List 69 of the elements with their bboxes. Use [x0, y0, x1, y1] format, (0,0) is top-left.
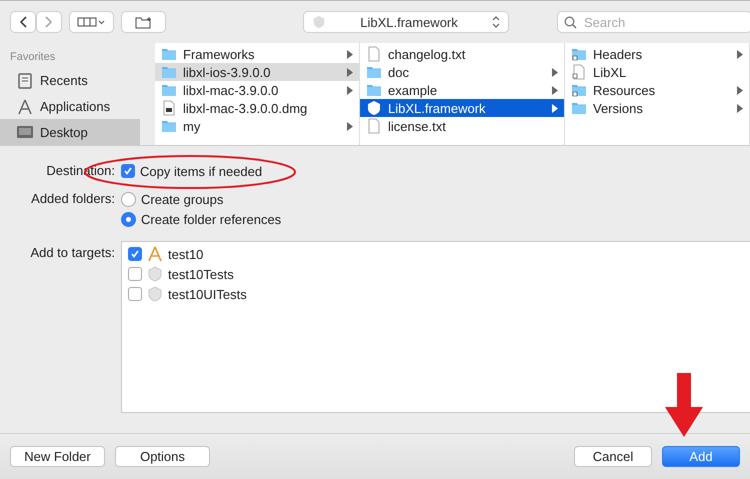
disk-image-icon: [161, 100, 177, 116]
sidebar-heading: Favorites: [9, 51, 56, 65]
up-down-icon: [492, 16, 500, 28]
view-options-button[interactable]: [69, 11, 114, 33]
dialog-button[interactable]: New Folder: [10, 446, 105, 467]
targets-label: Add to targets:: [29, 244, 115, 262]
folder-icon: [571, 100, 587, 116]
radio-label: Create groups: [141, 192, 224, 206]
search-icon: [564, 16, 577, 28]
compass-a-icon: [16, 98, 34, 116]
folder-icon: [161, 82, 177, 98]
checkbox[interactable]: [121, 164, 135, 178]
search-field[interactable]: Search: [557, 11, 750, 33]
back-button[interactable]: [10, 11, 36, 33]
folder-plus-icon: [134, 16, 152, 28]
file-row[interactable]: my: [155, 117, 359, 135]
document-icon: [366, 46, 382, 62]
added-folders-label: Added folders:: [30, 190, 115, 208]
target-label: test10Tests: [168, 266, 234, 282]
file-row[interactable]: doc: [360, 63, 564, 81]
cancel-button[interactable]: Cancel: [574, 446, 652, 467]
sidebar-item[interactable]: Recents: [0, 68, 140, 94]
checkbox[interactable]: [128, 247, 142, 261]
document-alias-icon: [571, 64, 587, 80]
file-row[interactable]: Frameworks: [155, 45, 359, 63]
target-label: test10UITests: [168, 286, 247, 302]
checkmark-icon: [123, 166, 133, 176]
folder-icon: [366, 82, 382, 98]
folder-icon: [161, 64, 177, 80]
checkbox[interactable]: [128, 267, 142, 281]
file-row[interactable]: libxl-mac-3.9.0.0.dmg: [155, 99, 359, 117]
file-row[interactable]: changelog.txt: [360, 45, 564, 63]
arrow-annotation: [665, 373, 703, 437]
file-row[interactable]: LibXL: [565, 63, 749, 81]
file-row[interactable]: Headers: [565, 45, 749, 63]
search-input[interactable]: Search: [582, 14, 732, 30]
folder-alias-icon: [571, 82, 587, 98]
sidebar-item[interactable]: Desktop: [0, 119, 140, 145]
shield-icon: [366, 100, 382, 116]
radio-button[interactable]: [121, 192, 136, 206]
tray-icon: [16, 72, 34, 90]
checkbox-label: Copy items if needed: [140, 164, 262, 178]
file-row[interactable]: libxl-mac-3.9.0.0: [155, 81, 359, 99]
folder-icon: [161, 118, 177, 134]
new-folder-button[interactable]: [121, 11, 166, 33]
back-icon: [19, 16, 27, 28]
folder-icon: [161, 46, 177, 62]
folder-alias-icon: [571, 46, 587, 62]
forward-icon: [45, 16, 53, 28]
shield-icon: [147, 286, 163, 302]
checkbox[interactable]: [128, 287, 142, 301]
sidebar-item[interactable]: Applications: [0, 94, 140, 120]
file-row[interactable]: Resources: [565, 81, 749, 99]
file-row[interactable]: LibXL.framework: [360, 99, 564, 117]
checkmark-icon: [130, 249, 140, 259]
file-row[interactable]: Versions: [565, 99, 749, 117]
shield-icon: [147, 266, 163, 282]
folder-icon: [366, 64, 382, 80]
path-popup[interactable]: LibXL.framework: [303, 11, 509, 33]
file-row[interactable]: license.txt: [360, 117, 564, 135]
app-icon: [147, 246, 163, 262]
target-label: test10: [168, 246, 204, 262]
dialog-button[interactable]: Options: [115, 446, 210, 467]
file-row[interactable]: example: [360, 81, 564, 99]
radio-button[interactable]: [121, 212, 136, 226]
file-row[interactable]: libxl-ios-3.9.0.0: [155, 63, 359, 81]
shield-icon: [312, 15, 326, 29]
columns-icon: [76, 17, 106, 27]
radio-label: Create folder references: [141, 212, 282, 226]
